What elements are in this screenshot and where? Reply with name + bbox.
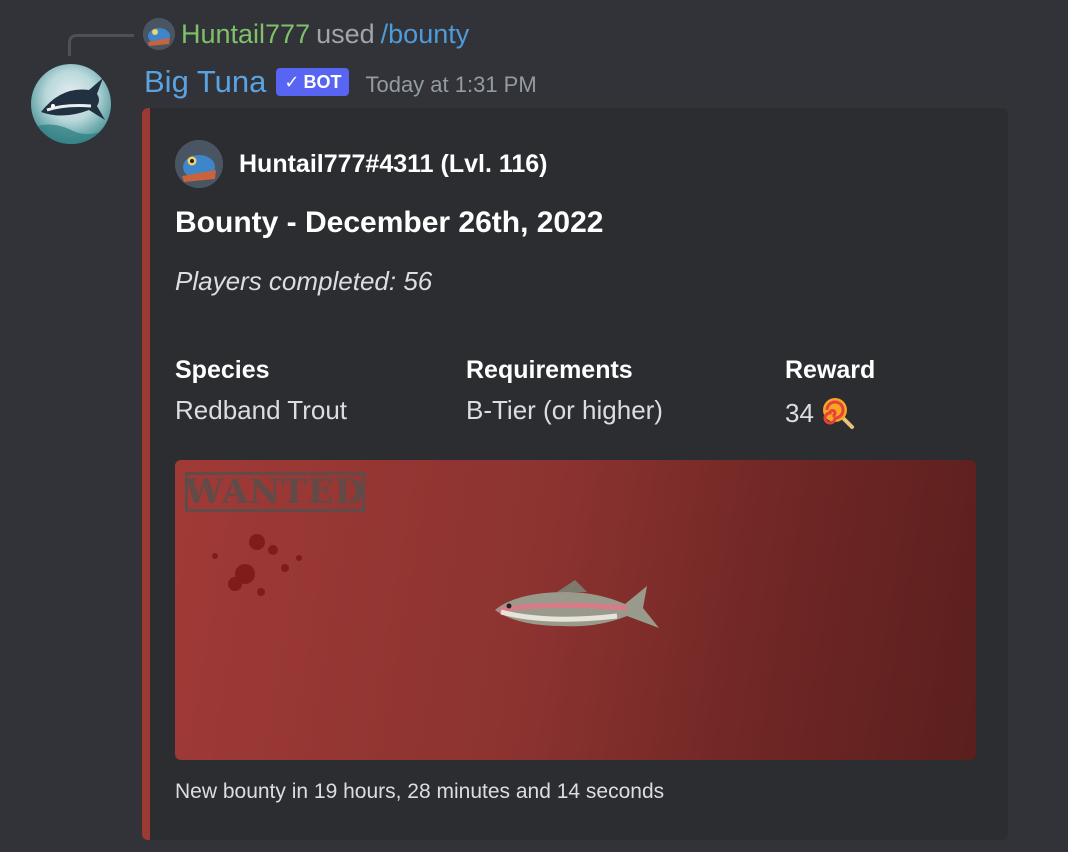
blood-splatter-icon xyxy=(212,534,302,596)
tuna-icon xyxy=(31,78,111,144)
user-avatar-icon[interactable] xyxy=(143,18,175,50)
reply-used-label: used xyxy=(316,18,375,49)
message-view: Huntail777 used /bounty Big Tuna ✓ BOT T… xyxy=(0,0,1068,852)
verified-check-icon: ✓ xyxy=(284,71,300,92)
reply-command[interactable]: /bounty xyxy=(381,19,470,50)
embed-author-name: Huntail777#4311 (Lvl. 116) xyxy=(239,149,548,178)
field-value: B-Tier (or higher) xyxy=(466,395,663,425)
bounty-image[interactable]: WANTED xyxy=(175,460,976,760)
embed-description: Players completed: 56 xyxy=(175,266,433,296)
bot-badge-label: BOT xyxy=(303,71,342,92)
lollipop-icon xyxy=(822,398,854,429)
field-reward: Reward 34 xyxy=(785,356,875,431)
field-value: 34 xyxy=(785,395,875,431)
redband-trout-icon xyxy=(495,580,659,628)
reward-amount: 34 xyxy=(785,397,814,428)
bot-username[interactable]: Big Tuna xyxy=(144,64,266,100)
field-name: Reward xyxy=(785,356,876,384)
bot-avatar[interactable] xyxy=(31,64,111,144)
embed-footer: New bounty in 19 hours, 28 minutes and 1… xyxy=(175,780,665,803)
reply-connector xyxy=(68,34,134,56)
field-value: Redband Trout xyxy=(175,395,348,425)
reply-username[interactable]: Huntail777 xyxy=(181,19,310,50)
embed-title: Bounty - December 26th, 2022 xyxy=(175,206,604,239)
bot-badge: ✓ BOT xyxy=(276,68,350,96)
embed-accent-bar xyxy=(142,108,150,840)
wanted-stamp: WANTED xyxy=(184,472,366,512)
bounty-embed: Huntail777#4311 (Lvl. 116) Bounty - Dece… xyxy=(142,108,1008,840)
field-requirements: Requirements B-Tier (or higher) xyxy=(466,356,663,426)
message-header: Big Tuna ✓ BOT Today at 1:31 PM xyxy=(144,62,537,102)
field-species: Species Redband Trout xyxy=(175,356,347,426)
command-reference[interactable]: Huntail777 used /bounty xyxy=(143,16,469,52)
field-name: Species xyxy=(175,356,270,384)
embed-author: Huntail777#4311 (Lvl. 116) xyxy=(175,140,548,188)
author-avatar-icon xyxy=(175,140,223,188)
field-name: Requirements xyxy=(466,356,633,384)
message-timestamp[interactable]: Today at 1:31 PM xyxy=(365,72,536,98)
